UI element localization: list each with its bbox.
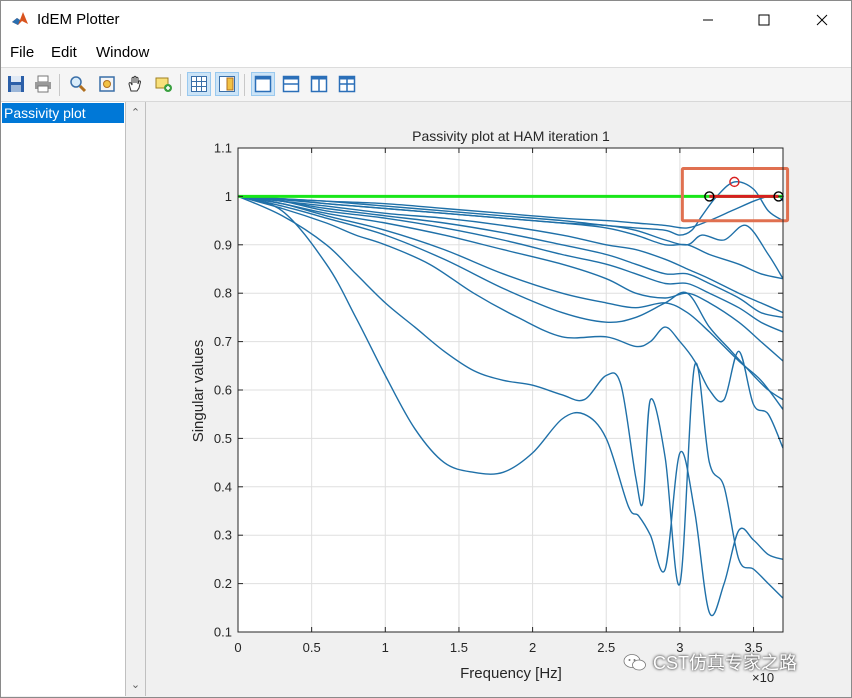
y-tick-label: 1 bbox=[225, 189, 232, 204]
plot-list-scrollbar[interactable]: ⌃ ⌄ bbox=[126, 102, 146, 696]
grid-icon bbox=[191, 76, 207, 92]
y-axis-label: Singular values bbox=[190, 340, 207, 443]
watermark-text: CST仿真专家之路 bbox=[653, 653, 797, 673]
layout-horizontal-icon bbox=[282, 75, 300, 93]
menu-edit[interactable]: Edit bbox=[51, 44, 77, 61]
passivity-chart[interactable]: 0 0.5 1 1.5 2 2.5 3 3.50.10.20.30.40.50.60.70.8… bbox=[146, 102, 851, 697]
close-icon bbox=[816, 14, 828, 26]
toolbar-separator bbox=[59, 74, 60, 96]
layout-quad-button[interactable] bbox=[335, 72, 359, 96]
wechat-icon bbox=[623, 654, 646, 671]
plot-list: Passivity plot bbox=[1, 102, 126, 696]
menu-window[interactable]: Window bbox=[96, 44, 149, 61]
fit-button[interactable] bbox=[95, 72, 119, 96]
pan-hand-icon bbox=[128, 75, 142, 92]
zoom-icon bbox=[70, 76, 87, 93]
y-tick-label: 0.4 bbox=[214, 479, 232, 494]
x-tick-label: 0.5 bbox=[303, 640, 321, 655]
y-tick-label: 1.1 bbox=[214, 141, 232, 156]
toolbar bbox=[1, 68, 851, 102]
layout-vertical-button[interactable] bbox=[307, 72, 331, 96]
scroll-down-icon[interactable]: ⌄ bbox=[129, 679, 142, 692]
app-window: IdEM Plotter File Edit Window Passivity … bbox=[0, 0, 852, 698]
y-tick-label: 0.5 bbox=[214, 431, 232, 446]
data-tip-button[interactable] bbox=[151, 72, 175, 96]
x-tick-label: 1 bbox=[382, 640, 389, 655]
layout-horizontal-button[interactable] bbox=[279, 72, 303, 96]
close-button[interactable] bbox=[799, 1, 845, 39]
menu-file[interactable]: File bbox=[10, 44, 34, 61]
window-title: IdEM Plotter bbox=[37, 11, 120, 28]
chart-title: Passivity plot at HAM iteration 1 bbox=[412, 128, 610, 144]
y-tick-label: 0.1 bbox=[214, 625, 232, 640]
data-tip-icon bbox=[155, 77, 172, 92]
toolbar-separator bbox=[244, 74, 245, 96]
title-bar[interactable]: IdEM Plotter bbox=[1, 1, 851, 39]
y-tick-label: 0.7 bbox=[214, 334, 232, 349]
x-axis-label: Frequency [Hz] bbox=[460, 665, 562, 682]
y-tick-label: 0.8 bbox=[214, 286, 232, 301]
y-tick-label: 0.2 bbox=[214, 576, 232, 591]
legend-icon bbox=[219, 76, 235, 92]
y-tick-label: 0.9 bbox=[214, 237, 232, 252]
pan-button[interactable] bbox=[123, 72, 147, 96]
x-tick-label: 2 bbox=[529, 640, 536, 655]
layout-single-button[interactable] bbox=[251, 72, 275, 96]
sidebar-item-passivity-plot[interactable]: Passivity plot bbox=[2, 103, 124, 123]
layout-quad-icon bbox=[338, 75, 356, 93]
print-icon bbox=[35, 75, 51, 93]
x-tick-label: 0 bbox=[234, 640, 241, 655]
y-tick-label: 0.3 bbox=[214, 528, 232, 543]
fit-icon bbox=[99, 76, 115, 92]
layout-vertical-icon bbox=[310, 75, 328, 93]
matlab-icon bbox=[10, 9, 30, 29]
grid-toggle-button[interactable] bbox=[187, 72, 211, 96]
scroll-up-icon[interactable]: ⌃ bbox=[129, 107, 142, 120]
print-button[interactable] bbox=[31, 72, 55, 96]
menu-bar: File Edit Window bbox=[1, 39, 851, 68]
zoom-button[interactable] bbox=[66, 72, 90, 96]
x-tick-label: 1.5 bbox=[450, 640, 468, 655]
maximize-button[interactable] bbox=[741, 1, 787, 39]
toolbar-separator bbox=[180, 74, 181, 96]
layout-single-icon bbox=[254, 75, 272, 93]
x-tick-label: 2.5 bbox=[597, 640, 615, 655]
legend-toggle-button[interactable] bbox=[215, 72, 239, 96]
watermark: CST仿真专家之路 bbox=[623, 649, 797, 675]
y-tick-label: 0.6 bbox=[214, 383, 232, 398]
minimize-icon bbox=[703, 19, 713, 21]
minimize-button[interactable] bbox=[685, 1, 731, 39]
save-icon bbox=[8, 76, 24, 92]
save-button[interactable] bbox=[4, 72, 28, 96]
maximize-icon bbox=[758, 14, 770, 26]
plot-panel: 0 0.5 1 1.5 2 2.5 3 3.5 0.1 0.2 0.3 0.4 0.5 0.6 0.7 0.8… bbox=[146, 102, 851, 697]
